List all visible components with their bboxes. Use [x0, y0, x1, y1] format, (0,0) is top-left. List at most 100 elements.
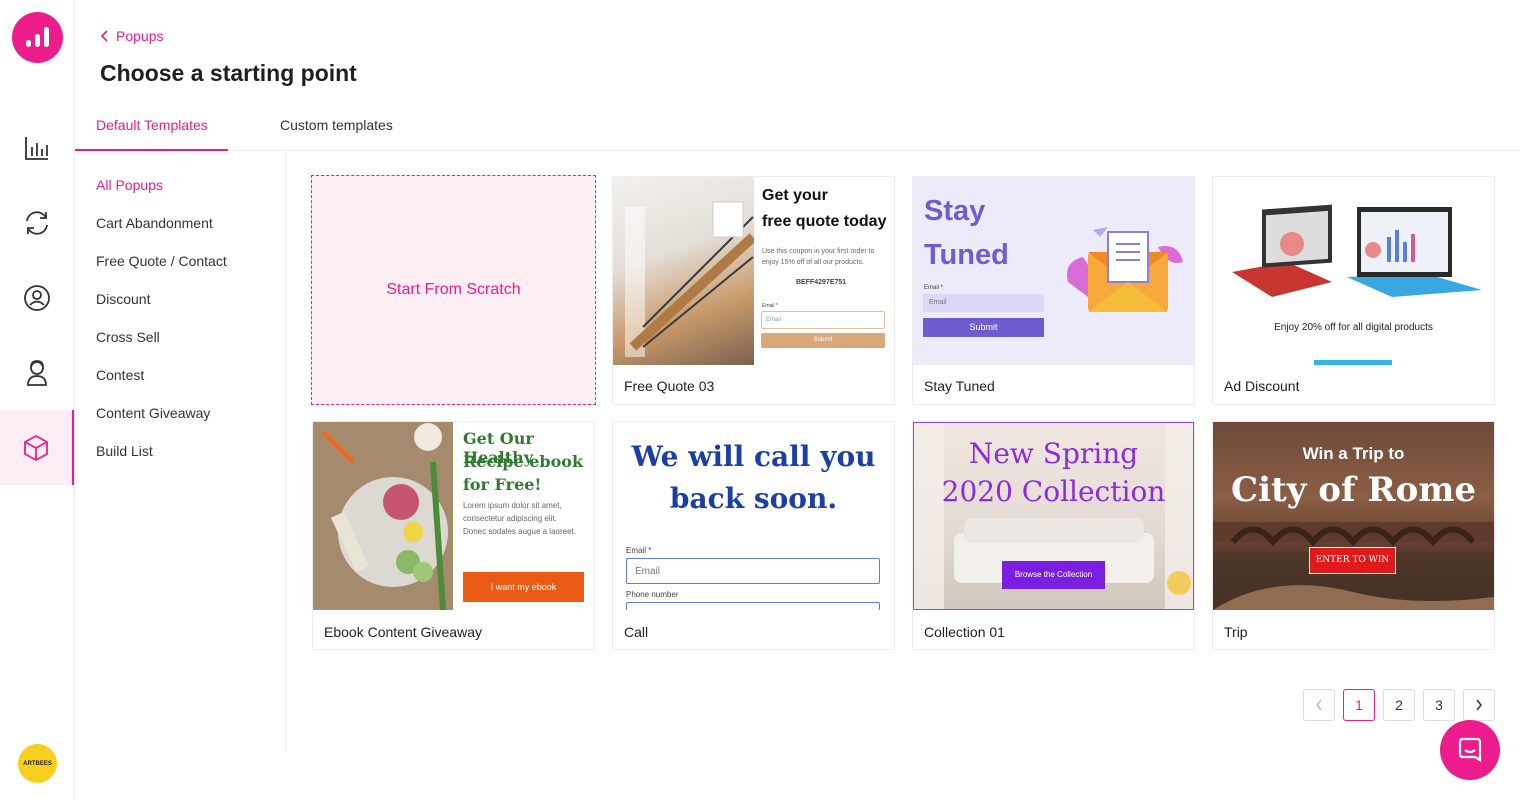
browse-button: Browse the Collection [1002, 561, 1105, 589]
sidebar-item-support[interactable] [0, 335, 74, 410]
promo-title-line1: Win a Trip to [1302, 444, 1405, 463]
email-input: Email [626, 558, 880, 584]
start-from-scratch-label: Start From Scratch [386, 281, 521, 298]
chevron-right-icon [1476, 699, 1482, 711]
template-card-free-quote-03[interactable]: Get your free quote today Use this coupo… [612, 176, 895, 405]
promo-title-line2: Recipe ebook [463, 452, 584, 471]
cube-icon [24, 434, 48, 461]
bar-chart-logo-icon [26, 27, 49, 47]
support-agent-icon [27, 359, 47, 386]
start-from-scratch-card[interactable]: Start From Scratch [311, 175, 596, 405]
promo-text-line3: Donec sodales augue a laoreet. [463, 527, 576, 536]
enter-button: ENTER TO WIN [1309, 547, 1396, 574]
account-avatar[interactable]: ARTBEES [18, 744, 57, 783]
category-list: All Popups Cart Abandonment Free Quote /… [75, 151, 286, 751]
category-build-list[interactable]: Build List [96, 443, 153, 459]
template-name: Trip [1224, 624, 1248, 640]
category-cart-abandonment[interactable]: Cart Abandonment [96, 215, 213, 231]
email-input: Email [761, 311, 885, 329]
sync-icon [26, 210, 48, 235]
submit-button: Submit [923, 318, 1044, 337]
promo-title-line1: New Spring [968, 437, 1139, 470]
sidebar-item-analytics[interactable] [0, 110, 74, 185]
chat-launcher-button[interactable] [1440, 720, 1500, 780]
envelope-illustration [1067, 227, 1183, 312]
back-link[interactable]: Popups [100, 28, 163, 44]
category-discount[interactable]: Discount [96, 291, 150, 307]
template-thumbnail: Win a Trip to City of Rome ENTER TO WIN [1213, 422, 1494, 610]
template-tabs: Default Templates Custom templates [75, 108, 1520, 151]
promo-title-line1: We will call you [631, 440, 876, 473]
template-thumbnail: Stay Tuned Email * Email Submit [913, 177, 1194, 365]
cta-button-partial [1314, 360, 1392, 365]
promo-title-line1: Get your [762, 187, 828, 204]
template-card-collection-01[interactable]: New Spring 2020 Collection Browse the Co… [912, 421, 1195, 650]
user-circle-icon [24, 284, 50, 311]
template-name: Call [624, 624, 649, 640]
email-label: Email * [762, 303, 778, 309]
promo-title-line2: back soon. [669, 482, 838, 515]
category-free-quote-contact[interactable]: Free Quote / Contact [96, 253, 227, 269]
category-content-giveaway[interactable]: Content Giveaway [96, 405, 210, 421]
page-title: Choose a starting point [100, 60, 357, 86]
template-thumbnail: Get Our Healthy Recipe ebook for Free! L… [313, 422, 594, 610]
back-link-label: Popups [116, 28, 164, 44]
category-contest[interactable]: Contest [96, 367, 144, 383]
staircase-drawing [625, 201, 757, 357]
promo-title-line3: for Free! [463, 475, 542, 494]
phone-input [626, 602, 880, 610]
recipe-image [313, 422, 453, 610]
promo-text-line1: Lorem ipsum dolor sit amet, [463, 501, 562, 510]
template-name: Collection 01 [924, 624, 1005, 640]
vegetables-drawing [313, 422, 453, 610]
coupon-code: BEFF4297E751 [796, 279, 847, 286]
promo-text-line2: consectetur adipiscing elit. [463, 514, 557, 523]
pagination-page-2[interactable]: 2 [1383, 689, 1415, 721]
email-input: Email [923, 294, 1044, 312]
template-thumbnail: We will call you back soon. Email * Emai… [613, 422, 894, 610]
pagination-page-1[interactable]: 1 [1343, 689, 1375, 721]
sidebar-item-sync[interactable] [0, 185, 74, 260]
category-all-popups[interactable]: All Popups [96, 177, 163, 193]
phone-label: Phone number [626, 590, 679, 599]
chevron-left-icon [1316, 699, 1322, 711]
email-label: Email * [626, 546, 652, 555]
template-thumbnail: New Spring 2020 Collection Browse the Co… [913, 422, 1194, 610]
template-name: Free Quote 03 [624, 378, 715, 394]
avatar-label: ARTBEES [23, 760, 52, 767]
template-name: Ebook Content Giveaway [324, 624, 482, 640]
analytics-icon [25, 136, 48, 160]
staircase-image [613, 177, 757, 365]
promo-title-line2: 2020 Collection [941, 475, 1166, 508]
chevron-left-icon [100, 30, 108, 42]
pagination-prev-button[interactable] [1303, 689, 1335, 721]
chat-icon [1458, 737, 1482, 762]
tab-custom-templates[interactable]: Custom templates [280, 108, 393, 151]
template-card-trip[interactable]: Win a Trip to City of Rome ENTER TO WIN … [1212, 421, 1495, 650]
app-logo[interactable] [12, 12, 63, 63]
template-card-stay-tuned[interactable]: Stay Tuned Email * Email Submit Stay Tun… [912, 176, 1195, 405]
tablet-devices-illustration [1232, 204, 1482, 297]
app-root: ARTBEES Popups Choose a starting point D… [0, 0, 1520, 800]
template-card-ad-discount[interactable]: Enjoy 20% off for all digital products A… [1212, 176, 1495, 405]
email-label: Email * [924, 285, 944, 291]
template-name: Stay Tuned [924, 378, 995, 394]
pagination-next-button[interactable] [1463, 689, 1495, 721]
sidebar-item-templates[interactable] [0, 410, 74, 485]
promo-title-line2: Tuned [924, 239, 1009, 271]
sidebar-item-audience[interactable] [0, 260, 74, 335]
template-card-call[interactable]: We will call you back soon. Email * Emai… [612, 421, 895, 650]
template-card-ebook-content-giveaway[interactable]: Get Our Healthy Recipe ebook for Free! L… [312, 421, 595, 650]
template-name: Ad Discount [1224, 378, 1300, 394]
pagination-page-3[interactable]: 3 [1423, 689, 1455, 721]
promo-text-line2: enjoy 15% off of all our products. [762, 259, 864, 266]
category-cross-sell[interactable]: Cross Sell [96, 329, 160, 345]
promo-title-line2: City of Rome [1231, 470, 1476, 510]
sidebar: ARTBEES [0, 0, 75, 800]
promo-text: Enjoy 20% off for all digital products [1274, 322, 1433, 333]
template-thumbnail: Get your free quote today Use this coupo… [613, 177, 894, 365]
promo-text-line1: Use this coupon in your first order to [762, 248, 875, 255]
tab-default-templates[interactable]: Default Templates [75, 108, 228, 151]
template-thumbnail: Enjoy 20% off for all digital products [1213, 177, 1494, 365]
ebook-button: I want my ebook [463, 572, 584, 602]
